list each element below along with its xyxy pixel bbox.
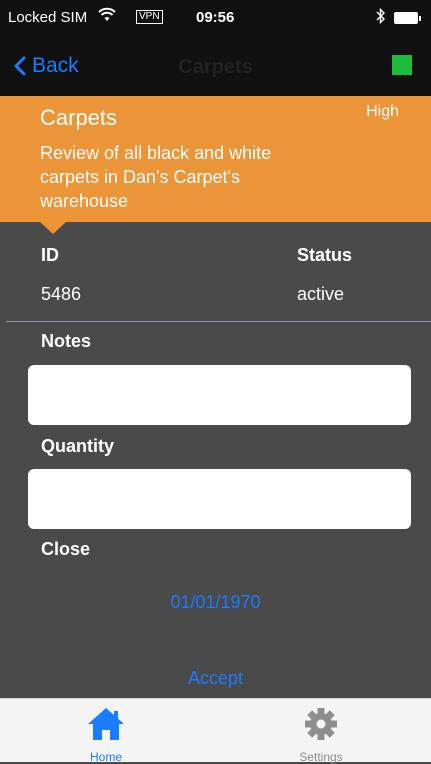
status-label: Status	[297, 245, 353, 265]
task-title: Carpets	[40, 105, 118, 130]
bluetooth-icon	[376, 7, 386, 29]
task-header: Carpets High Review of all black and whi…	[0, 96, 431, 222]
quantity-label: Quantity	[41, 436, 115, 456]
close-date-picker[interactable]: 01/01/1970	[0, 592, 431, 613]
notes-field[interactable]	[28, 365, 411, 425]
tab-settings[interactable]: Settings	[281, 705, 361, 764]
id-label: ID	[41, 245, 59, 265]
tab-home[interactable]: Home	[66, 705, 146, 764]
wifi-icon	[98, 7, 116, 27]
close-label: Close	[41, 539, 91, 559]
clock-text: 09:56	[196, 9, 235, 26]
header-pointer	[40, 222, 66, 234]
status-indicator	[392, 55, 412, 75]
id-value: 5486	[41, 284, 82, 304]
status-bar: Locked SIM VPN 09:56	[0, 0, 431, 36]
home-icon	[88, 708, 124, 740]
nav-title: Carpets	[178, 56, 253, 78]
gear-icon	[305, 708, 337, 740]
divider	[6, 321, 431, 322]
tab-home-label: Home	[89, 750, 122, 764]
status-value: active	[297, 284, 345, 304]
navigation-bar: Back Carpets	[0, 36, 431, 96]
task-description: Review of all black and white carpets in…	[40, 143, 272, 211]
notes-label: Notes	[41, 331, 92, 351]
battery-icon	[394, 12, 421, 24]
priority-badge: High	[366, 103, 399, 120]
vpn-badge: VPN	[136, 10, 163, 24]
tab-settings-label: Settings	[299, 750, 343, 764]
quantity-field[interactable]	[28, 469, 411, 529]
accept-button[interactable]: Accept	[0, 668, 431, 689]
carrier-text: Locked SIM	[8, 9, 88, 26]
tab-bar: Home Settings	[0, 698, 431, 764]
